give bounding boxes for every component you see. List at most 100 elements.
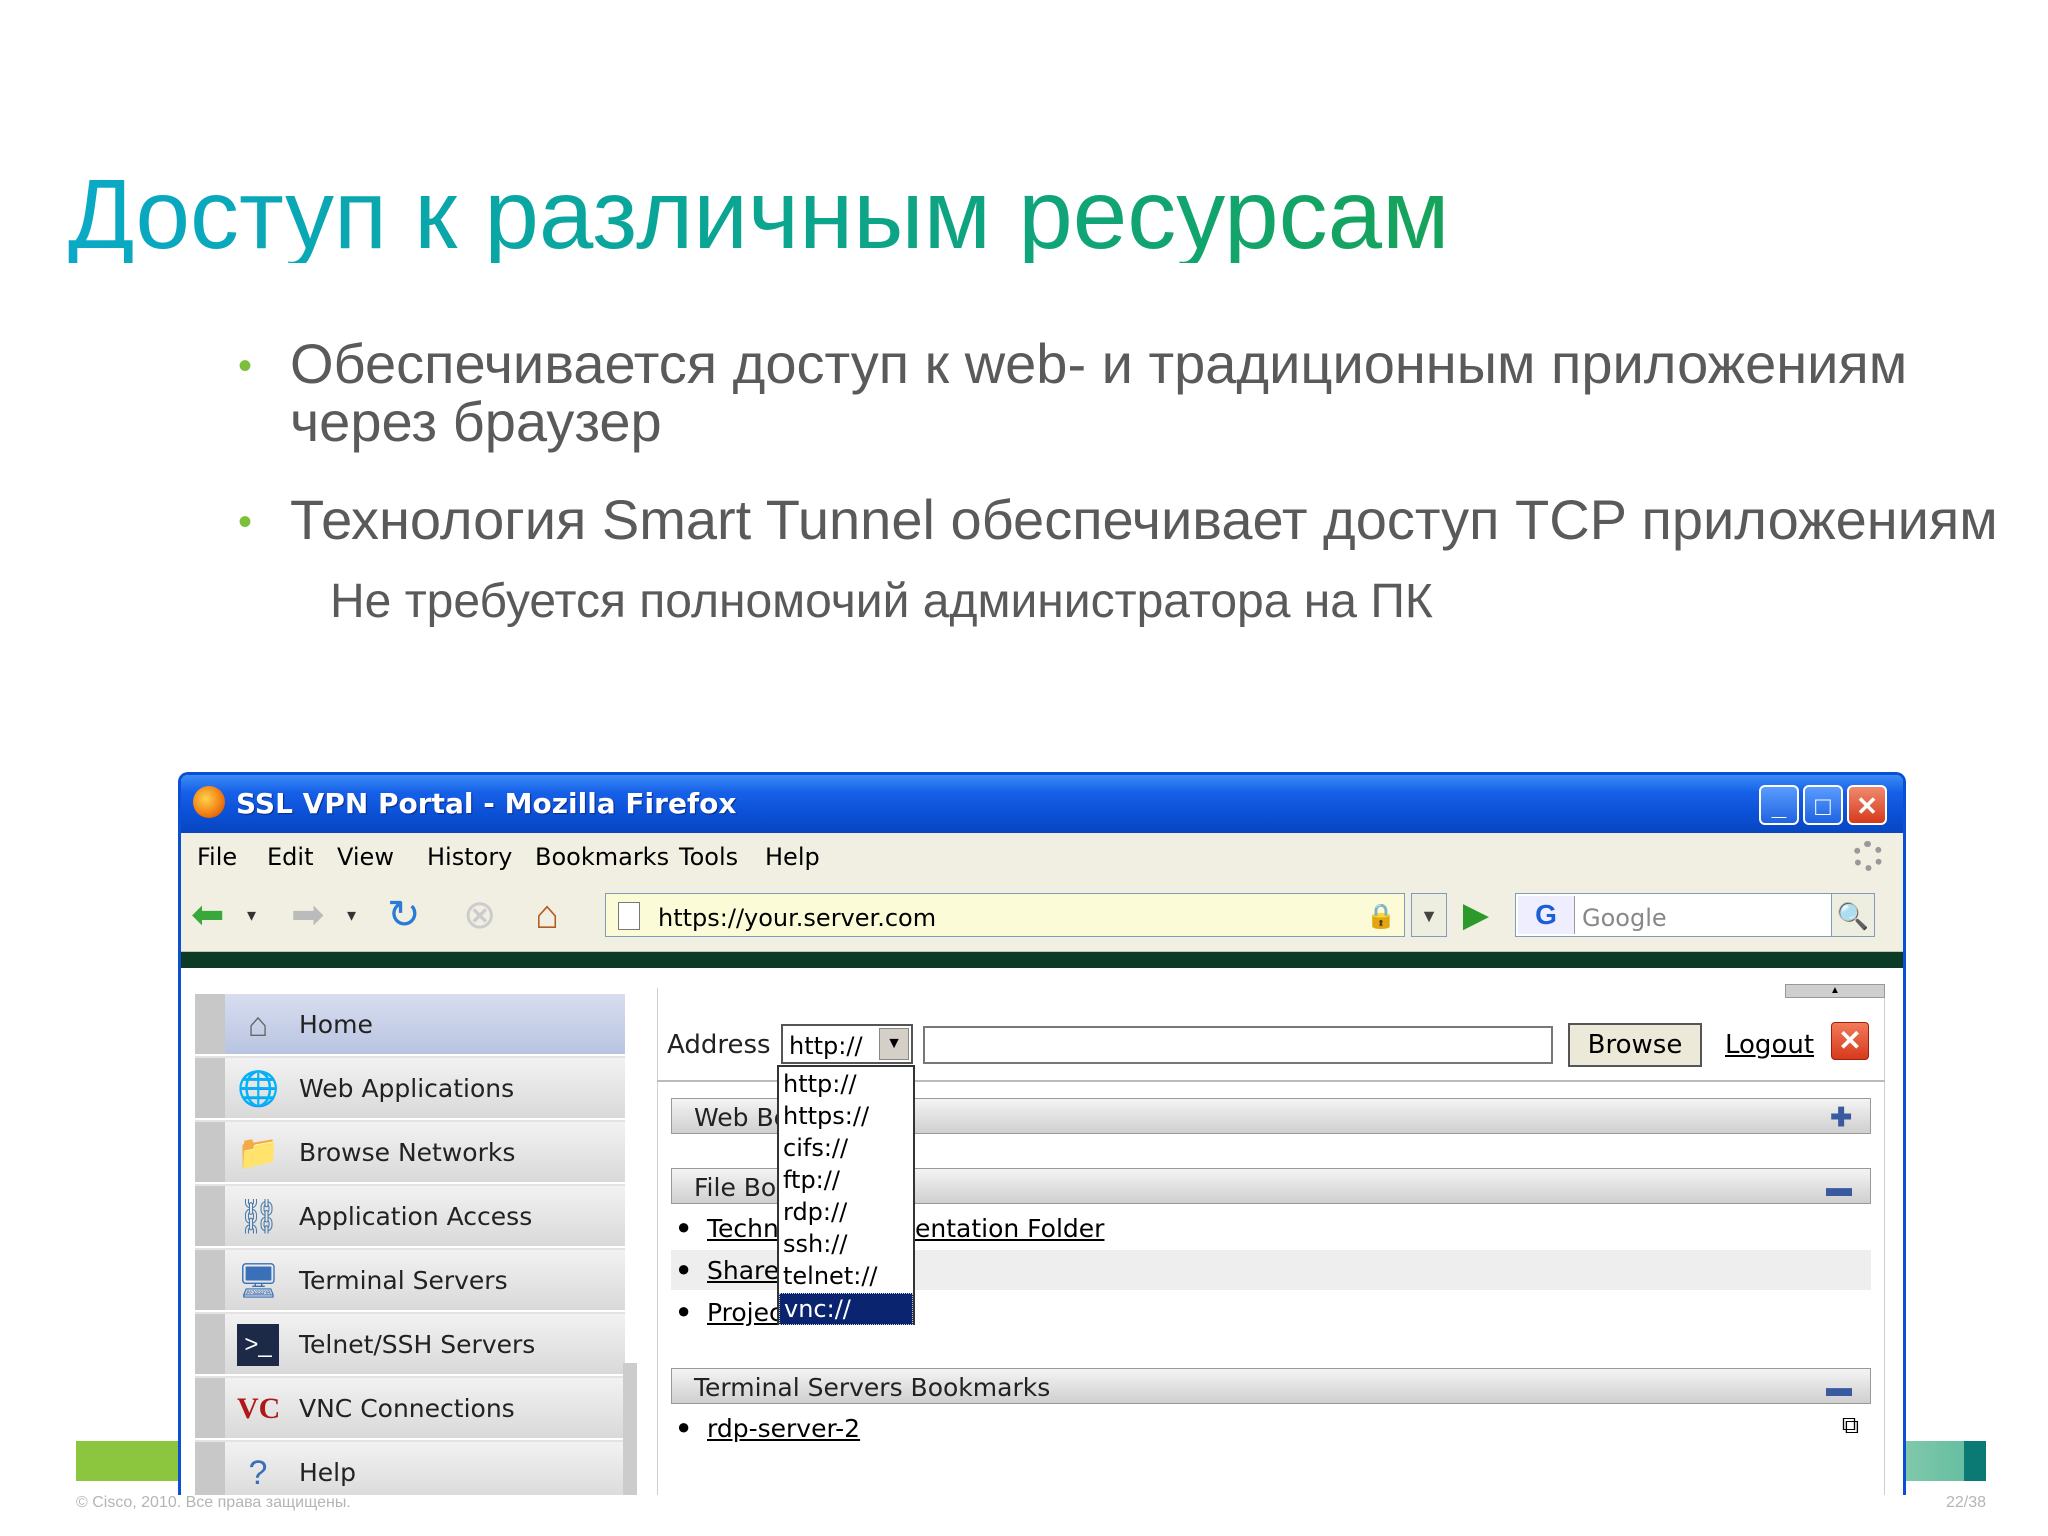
browser-window: SSL VPN Portal - Mozilla Firefox _ □ ✕ F… bbox=[178, 772, 1906, 1495]
window-title: SSL VPN Portal - Mozilla Firefox bbox=[236, 787, 737, 820]
back-dropdown-icon[interactable]: ▾ bbox=[247, 893, 256, 937]
url-bar[interactable]: https://your.server.com 🔒 bbox=[605, 893, 1405, 937]
url-dropdown-button[interactable]: ▼ bbox=[1411, 893, 1447, 937]
sidebar-strip bbox=[195, 1378, 225, 1438]
sub-bullet: Не требуется полномочий администратора н… bbox=[330, 575, 1433, 628]
protocol-option-rdp[interactable]: rdp:// bbox=[779, 1197, 913, 1229]
protocol-option-cifs[interactable]: cifs:// bbox=[779, 1133, 913, 1165]
bookmark-link[interactable]: Share bbox=[707, 1256, 779, 1285]
search-placeholder: Google bbox=[1582, 904, 1667, 932]
portal-content: ⌂ Home 🌐 Web Applications 📁 Browse Netwo… bbox=[181, 968, 1903, 1495]
protocol-option-http[interactable]: http:// bbox=[779, 1069, 913, 1101]
magnifier-icon: 🔍 bbox=[1836, 901, 1870, 931]
sidebar-item-terminal-servers[interactable]: 🖥 Terminal Servers bbox=[195, 1250, 625, 1312]
browse-button[interactable]: Browse bbox=[1568, 1023, 1702, 1067]
telnet-ssh-icon: >_ bbox=[237, 1324, 279, 1366]
terminal-servers-bookmarks-header[interactable]: Terminal Servers Bookmarks ▬ bbox=[671, 1368, 1871, 1404]
bookmark-link[interactable]: Projec bbox=[707, 1298, 783, 1327]
address-label: Address bbox=[667, 1030, 771, 1060]
protocol-option-vnc[interactable]: vnc:// bbox=[779, 1293, 913, 1325]
logout-link[interactable]: Logout bbox=[1725, 1030, 1814, 1060]
application-access-icon: ⛓ bbox=[237, 1198, 281, 1236]
section-title: Terminal Servers Bookmarks bbox=[694, 1373, 1051, 1402]
sidebar-item-application-access[interactable]: ⛓ Application Access bbox=[195, 1186, 625, 1248]
copy-icon[interactable]: ⧉ bbox=[1842, 1412, 1859, 1440]
bullet-dot: ● bbox=[677, 1298, 691, 1323]
back-icon[interactable]: ⬅ bbox=[191, 893, 225, 937]
footer-page-number: 22/38 bbox=[1945, 1494, 1986, 1511]
sidebar-item-telnet-ssh-servers[interactable]: >_ Telnet/SSH Servers bbox=[195, 1314, 625, 1376]
minimize-button[interactable]: _ bbox=[1759, 785, 1799, 825]
reload-icon[interactable]: ↻ bbox=[387, 893, 421, 937]
menu-tools[interactable]: Tools bbox=[679, 843, 738, 871]
bullet-dot: • bbox=[238, 344, 253, 388]
firefox-icon bbox=[193, 786, 225, 818]
menu-help[interactable]: Help bbox=[765, 843, 820, 871]
sidebar-strip bbox=[195, 994, 225, 1054]
footer-bar-right-end bbox=[1964, 1441, 1986, 1481]
sidebar-item-browse-networks[interactable]: 📁 Browse Networks bbox=[195, 1122, 625, 1184]
sidebar-item-vnc-connections[interactable]: VC VNC Connections bbox=[195, 1378, 625, 1440]
chevron-down-icon[interactable]: ▼ bbox=[879, 1028, 909, 1060]
sidebar-item-label: Telnet/SSH Servers bbox=[299, 1330, 536, 1359]
menu-edit[interactable]: Edit bbox=[267, 843, 313, 871]
section-title: File Bo bbox=[694, 1173, 777, 1202]
sidebar-strip bbox=[195, 1314, 225, 1374]
close-window-button[interactable]: ✕ bbox=[1847, 785, 1887, 825]
address-input[interactable] bbox=[923, 1026, 1553, 1064]
url-text: https://your.server.com bbox=[658, 904, 937, 932]
protocol-select[interactable]: http:// ▼ bbox=[781, 1024, 913, 1064]
web-applications-icon: 🌐 bbox=[237, 1070, 280, 1108]
collapse-header-button[interactable]: ▲ bbox=[1785, 984, 1885, 998]
collapse-icon[interactable]: ▬ bbox=[1826, 1172, 1852, 1203]
sidebar-item-label: Help bbox=[299, 1458, 356, 1487]
protocol-option-telnet[interactable]: telnet:// bbox=[779, 1261, 913, 1293]
footer-copyright: © Cisco, 2010. Все права защищены. bbox=[76, 1494, 351, 1511]
go-icon: ▶ bbox=[1462, 896, 1490, 934]
home-icon: ⌂ bbox=[247, 1006, 269, 1044]
menu-file[interactable]: File bbox=[197, 843, 237, 871]
protocol-option-ssh[interactable]: ssh:// bbox=[779, 1229, 913, 1261]
menu-bookmarks[interactable]: Bookmarks bbox=[535, 843, 669, 871]
vnc-icon: VC bbox=[237, 1392, 281, 1425]
bookmark-link[interactable]: rdp-server-2 bbox=[707, 1414, 860, 1443]
expand-icon[interactable]: ✚ bbox=[1830, 1102, 1852, 1133]
sidebar-strip bbox=[195, 1122, 225, 1182]
menu-view[interactable]: View bbox=[337, 843, 394, 871]
bullet-2-line1: Технология Smart Tunnel обеспечивает дос… bbox=[290, 488, 1998, 551]
list-item[interactable]: ● rdp-server-2 ⧉ bbox=[671, 1408, 1871, 1448]
throbber-icon bbox=[1853, 841, 1883, 871]
bookmark-link[interactable]: Techn bbox=[707, 1214, 779, 1243]
help-icon: ? bbox=[248, 1454, 268, 1492]
sidebar-item-help[interactable]: ? Help bbox=[195, 1442, 625, 1495]
sidebar-item-home[interactable]: ⌂ Home bbox=[195, 994, 625, 1056]
forward-dropdown-icon[interactable]: ▾ bbox=[347, 893, 356, 937]
go-button[interactable]: ▶ bbox=[1451, 893, 1501, 937]
lock-icon: 🔒 bbox=[1366, 903, 1396, 930]
page-icon bbox=[618, 902, 640, 930]
terminal-servers-icon: 🖥 bbox=[237, 1262, 281, 1300]
maximize-icon: □ bbox=[1815, 791, 1831, 821]
forward-icon[interactable]: ➡ bbox=[291, 893, 325, 937]
sidebar-scrollbar[interactable] bbox=[623, 1363, 637, 1495]
close-session-button[interactable]: ✕ bbox=[1831, 1022, 1869, 1060]
bookmark-link-tail[interactable]: entation Folder bbox=[915, 1214, 1104, 1243]
sidebar-strip bbox=[195, 1250, 225, 1310]
sidebar-item-label: Application Access bbox=[299, 1202, 533, 1231]
maximize-button[interactable]: □ bbox=[1803, 785, 1843, 825]
search-button[interactable]: 🔍 bbox=[1831, 893, 1875, 937]
bullet-dot: ● bbox=[677, 1214, 691, 1239]
menu-bar: File Edit View History Bookmarks Tools H… bbox=[181, 833, 1903, 879]
sidebar-strip bbox=[195, 1442, 225, 1495]
protocol-option-ftp[interactable]: ftp:// bbox=[779, 1165, 913, 1197]
search-engine-icon[interactable]: G bbox=[1518, 896, 1575, 934]
stop-icon[interactable]: ⊗ bbox=[463, 893, 497, 937]
protocol-option-https[interactable]: https:// bbox=[779, 1101, 913, 1133]
search-bar[interactable]: G Google bbox=[1515, 893, 1875, 937]
sidebar-item-web-applications[interactable]: 🌐 Web Applications bbox=[195, 1058, 625, 1120]
collapse-icon[interactable]: ▬ bbox=[1826, 1372, 1852, 1403]
menu-history[interactable]: History bbox=[427, 843, 512, 871]
minimize-icon: _ bbox=[1771, 791, 1787, 821]
navigation-toolbar: ⬅ ▾ ➡ ▾ ↻ ⊗ ⌂ https://your.server.com 🔒 … bbox=[181, 879, 1903, 952]
home-icon[interactable]: ⌂ bbox=[535, 893, 559, 937]
